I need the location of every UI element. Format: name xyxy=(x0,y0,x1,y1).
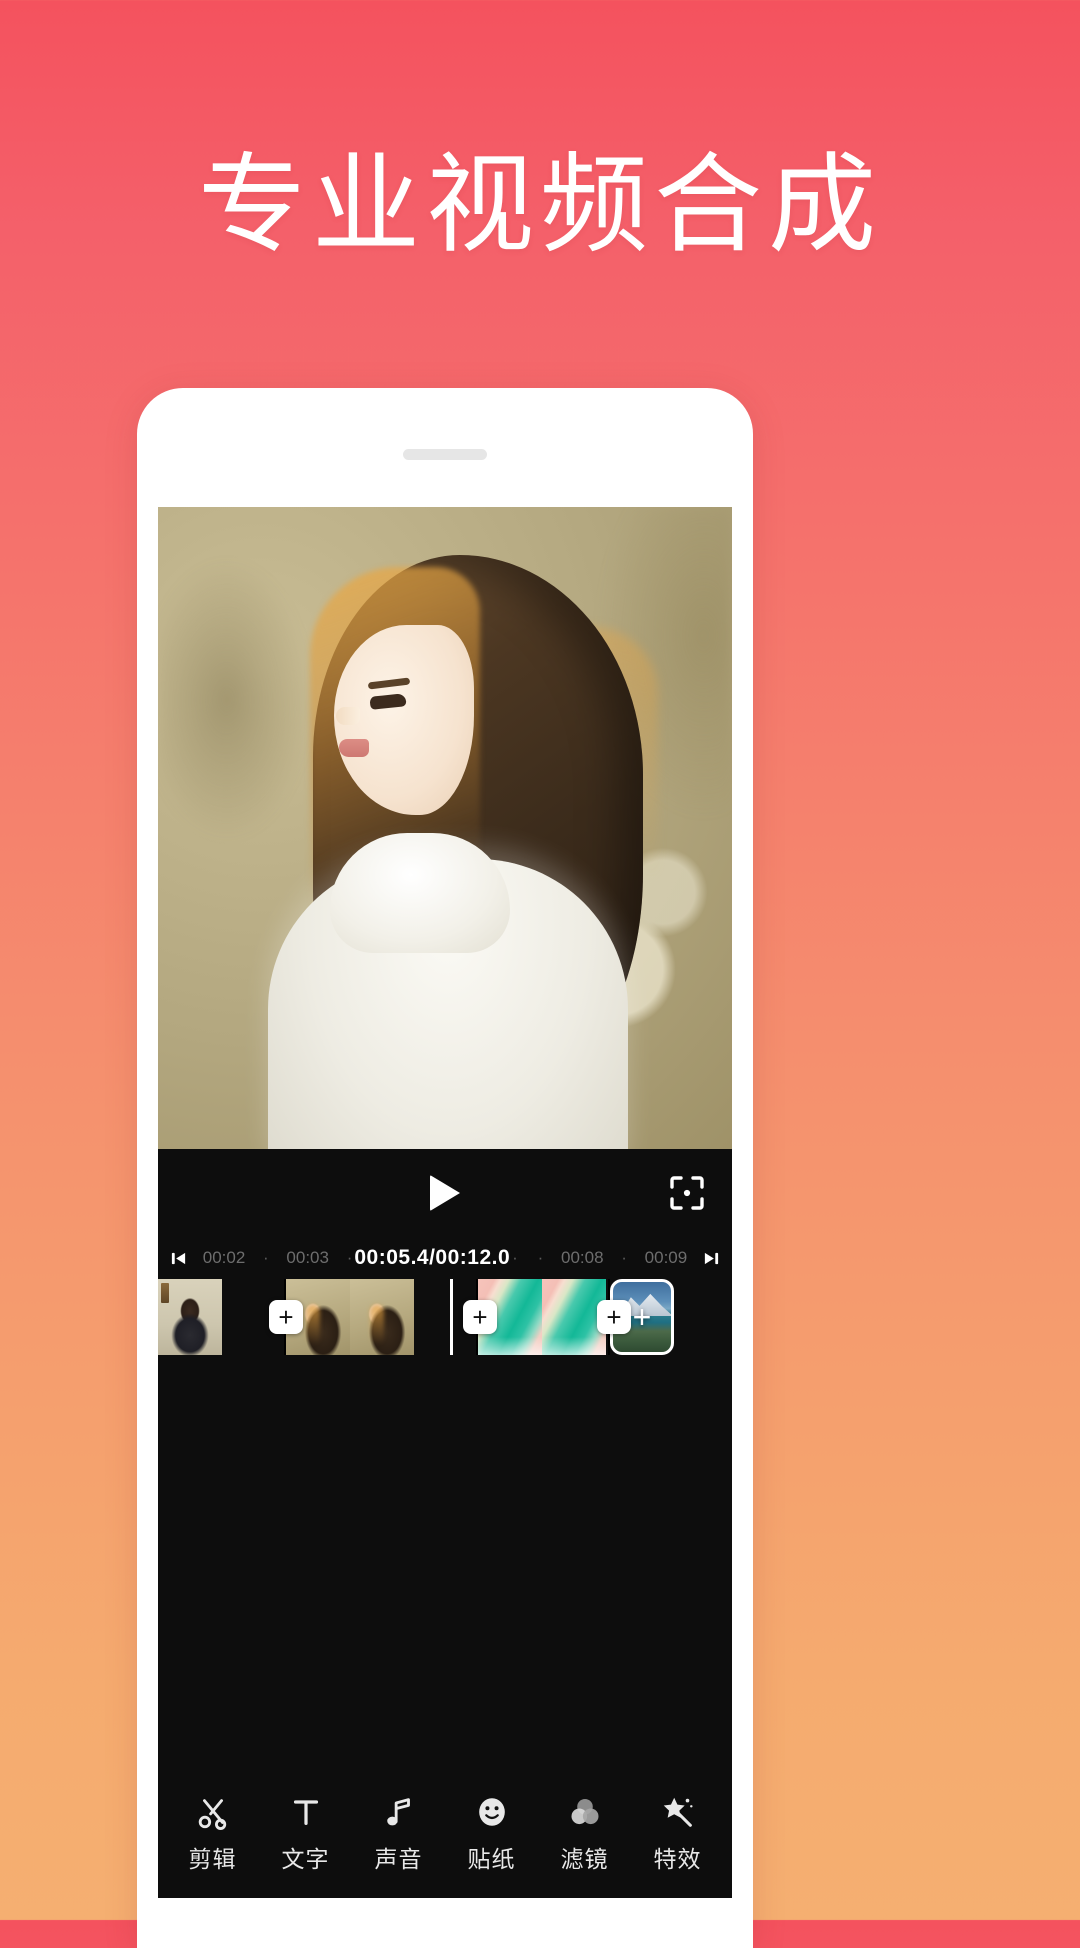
ruler-dot: · xyxy=(621,1248,627,1267)
tool-text-label: 文字 xyxy=(281,1846,330,1872)
add-clip-button-1[interactable]: + xyxy=(269,1300,303,1334)
crop-frame-icon xyxy=(670,1176,704,1210)
tool-cut-label: 剪辑 xyxy=(188,1846,237,1872)
clip-frame xyxy=(158,1279,222,1355)
ruler-tick-2: 00:03 xyxy=(286,1248,329,1267)
ruler-dot: · xyxy=(512,1248,518,1267)
editor-toolbar: 剪辑 文字 声音 贴纸 滤镜 特效 xyxy=(158,1774,732,1898)
sticker-smiley-icon xyxy=(472,1792,512,1832)
ruler-dot: · xyxy=(537,1248,544,1267)
video-preview[interactable] xyxy=(158,507,732,1149)
ruler-dot: · xyxy=(346,1248,353,1267)
tool-audio[interactable]: 声音 xyxy=(357,1792,441,1874)
clip-frame xyxy=(350,1279,414,1355)
play-button[interactable] xyxy=(423,1171,467,1215)
music-note-icon xyxy=(379,1792,419,1832)
player-controls xyxy=(158,1149,732,1237)
tool-sticker-label: 贴纸 xyxy=(467,1846,516,1872)
tool-effects-label: 特效 xyxy=(653,1846,702,1872)
timeline-filmstrip[interactable]: + + + + xyxy=(158,1279,732,1355)
timeline-ruler[interactable]: 00:02 · 00:03 · 00:05.4/00:12.0 · · 00:0… xyxy=(158,1237,732,1279)
scissors-icon xyxy=(193,1792,233,1832)
app-screen: 00:02 · 00:03 · 00:05.4/00:12.0 · · 00:0… xyxy=(158,507,732,1898)
add-clip-button-3[interactable]: + xyxy=(597,1300,631,1334)
filter-circles-icon xyxy=(565,1792,605,1832)
magic-wand-star-icon xyxy=(658,1792,698,1832)
skip-next-icon xyxy=(704,1252,719,1264)
tool-text[interactable]: 文字 xyxy=(264,1792,348,1874)
playhead[interactable] xyxy=(450,1279,453,1355)
subject-lips xyxy=(339,739,369,757)
timeline-clip-2[interactable] xyxy=(286,1279,478,1355)
current-time-display: 00:05.4/00:12.0 xyxy=(354,1246,511,1269)
subject-nose xyxy=(336,707,360,725)
ruler-tick-3: 00:08 xyxy=(560,1248,604,1267)
crop-button[interactable] xyxy=(664,1170,710,1216)
add-clip-button-2[interactable]: + xyxy=(463,1300,497,1334)
tool-sticker[interactable]: 贴纸 xyxy=(450,1792,534,1874)
phone-mockup: 00:02 · 00:03 · 00:05.4/00:12.0 · · 00:0… xyxy=(137,388,753,1948)
text-t-icon xyxy=(286,1792,326,1832)
ruler-tick-4: 00:09 xyxy=(644,1248,688,1267)
skip-previous-button[interactable] xyxy=(170,1250,187,1267)
earpiece-speaker-icon xyxy=(403,449,487,460)
subject-scarf xyxy=(330,833,510,953)
page-title: 专业视频合成 xyxy=(197,144,882,265)
play-icon xyxy=(430,1175,460,1211)
skip-previous-icon xyxy=(171,1252,186,1264)
tool-audio-label: 声音 xyxy=(374,1846,423,1872)
skip-next-button[interactable] xyxy=(703,1250,720,1267)
timeline-clip-3[interactable] xyxy=(478,1279,610,1355)
tool-filter-label: 滤镜 xyxy=(560,1846,609,1872)
ruler-tick-1: 00:02 xyxy=(202,1248,246,1267)
editor-workspace xyxy=(158,1355,732,1475)
tool-cut[interactable]: 剪辑 xyxy=(171,1792,255,1874)
tool-filter[interactable]: 滤镜 xyxy=(543,1792,627,1874)
ruler-dot: · xyxy=(263,1248,269,1267)
timeline-clip-1[interactable] xyxy=(158,1279,286,1355)
tool-effects[interactable]: 特效 xyxy=(636,1792,720,1874)
